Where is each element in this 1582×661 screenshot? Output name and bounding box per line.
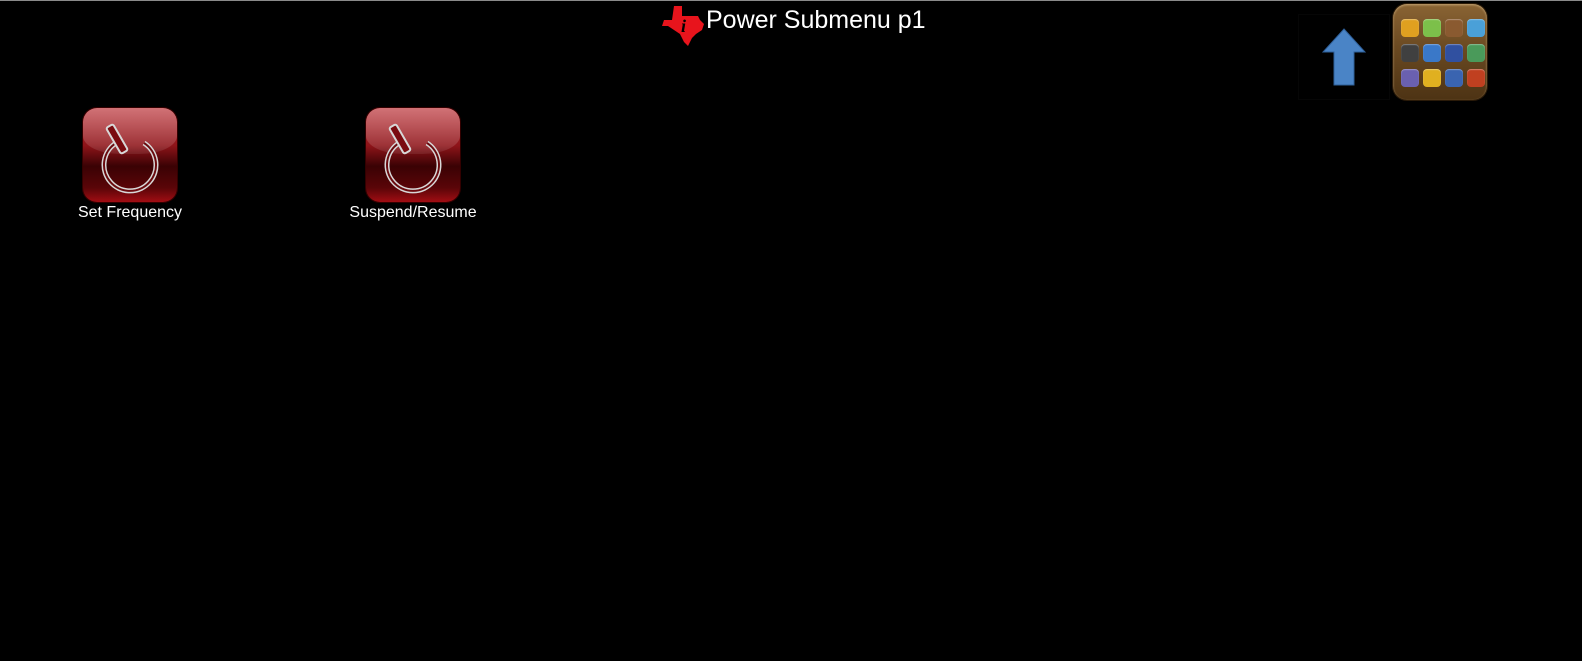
app-grid-icon-cell: [1467, 44, 1485, 62]
power-icon: [366, 108, 460, 202]
arrow-up-icon: [1322, 28, 1366, 86]
page-title: Power Submenu p1: [706, 6, 926, 34]
app-grid-icon-cell: [1401, 44, 1419, 62]
app-grid-icon-cell: [1401, 19, 1419, 37]
app-grid-icon-cell: [1401, 69, 1419, 87]
suspend-resume-tile[interactable]: Suspend/Resume: [333, 108, 493, 222]
app-grid-icon-cell: [1445, 69, 1463, 87]
app-grid-icon-cell: [1467, 69, 1485, 87]
power-icon: [83, 108, 177, 202]
header: i Power Submenu p1: [660, 4, 926, 50]
up-button[interactable]: [1298, 14, 1390, 100]
tile-label: Suspend/Resume: [349, 204, 477, 221]
app-grid-icon-cell: [1445, 19, 1463, 37]
set-frequency-tile[interactable]: Set Frequency: [50, 108, 210, 222]
app-grid-icon-cell: [1423, 44, 1441, 62]
app-grid-icon-cell: [1445, 44, 1463, 62]
texas-instruments-logo: i: [662, 6, 704, 46]
app-grid-icon-cell: [1467, 19, 1485, 37]
app-grid-icon-cell: [1423, 19, 1441, 37]
apps-menu-button[interactable]: [1393, 4, 1487, 100]
svg-text:i: i: [681, 16, 686, 36]
tile-label: Set Frequency: [77, 204, 183, 221]
app-grid-icon-cell: [1423, 69, 1441, 87]
screen: i Power Submenu p1 Set Frequency Suspend…: [0, 0, 1582, 661]
